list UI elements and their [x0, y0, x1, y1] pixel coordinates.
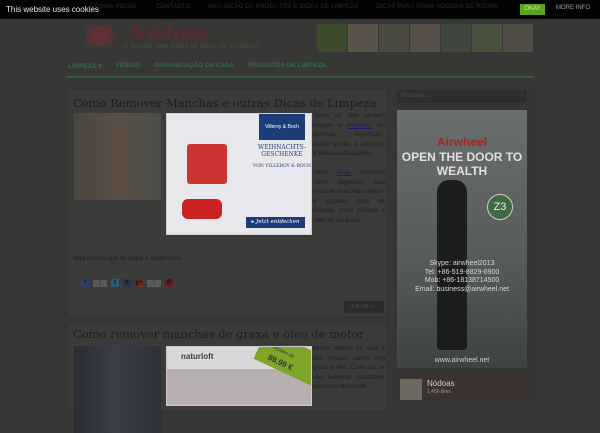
post-title[interactable]: Como Remover Manchas e outras Dicas de L… — [73, 96, 376, 110]
excerpt-text: deixamos vários sugestões para remover m… — [313, 170, 385, 224]
googleplus-icon[interactable]: g+ — [135, 279, 143, 287]
read-more-button[interactable]: LER MAIS... — [344, 301, 384, 313]
search-input[interactable]: Procurar... ⌕ — [397, 90, 527, 103]
main-nav: LIMPEZA ▾ VÍDEOS ORGANIZAÇÃO DA CASA PRO… — [68, 62, 326, 70]
search-placeholder: Procurar... — [401, 93, 429, 99]
ad-model-badge: Z3 — [487, 194, 513, 220]
top-nav-item[interactable]: DICAS PARA TIRAR NÓDOAS DE ROUPA — [376, 4, 498, 10]
logo-flower-icon — [85, 26, 121, 46]
ad-skype: Skype: airwheel2013 — [429, 260, 495, 267]
top-nav-item[interactable]: CONTACTO — [156, 4, 191, 10]
cookie-bar: This website uses cookies PÁGINA INICIAL… — [0, 0, 600, 19]
facebook-count: 3 — [93, 279, 107, 287]
excerpt-text: Neste — [313, 170, 337, 176]
nav-item-videos[interactable]: VÍDEOS — [115, 62, 140, 70]
ad-headline: WEIHNACHTS-GESCHENKE — [258, 144, 306, 158]
gift-icon — [187, 144, 227, 184]
cookie-more-info-link[interactable]: MORE INFO — [556, 5, 590, 11]
post-card: Como Remover Manchas e outras Dicas de L… — [67, 89, 388, 318]
facebook-icon[interactable]: f — [81, 279, 89, 287]
ad-mob: Mob: +86-18138714500 — [424, 277, 500, 284]
nav-divider — [66, 76, 534, 78]
top-nav-item[interactable]: PÁGINA INICIAL — [90, 4, 138, 10]
ad-contact: Skype: airwheel2013 Tel: +86-519-8829-69… — [397, 260, 527, 294]
sidebar-advertisement[interactable]: Airwheel OPEN THE DOOR TO WEALTH Z3 Skyp… — [397, 110, 527, 368]
site-header: Nódoas O blogue com todas as dicas de Li… — [85, 22, 535, 54]
site-title[interactable]: Nódoas — [130, 22, 209, 44]
post-thumbnail[interactable] — [74, 346, 161, 433]
googleplus-count: 1 — [147, 279, 161, 287]
ad-url: www.airwheel.net — [434, 357, 490, 364]
ad-cta-button[interactable]: ▸ Jetzt entdecken — [246, 217, 305, 228]
tumblr-icon[interactable]: t — [123, 279, 131, 287]
post-title[interactable]: Como remover manchas de graxa e oleo de … — [73, 327, 364, 341]
facebook-likes: 1.456 likes — [427, 389, 451, 395]
ad-sub: VON VILLEROY & BOCH — [253, 164, 311, 169]
ad-brand: Villeroy & Boch — [259, 114, 305, 140]
cookie-okay-button[interactable]: OKAY — [520, 4, 545, 15]
search-icon[interactable]: ⌕ — [520, 92, 524, 100]
page-avatar — [400, 379, 422, 400]
facebook-page-name[interactable]: Nódoas — [427, 379, 455, 388]
ad-headline: OPEN THE DOOR TO WEALTH — [401, 150, 523, 178]
link-artigo[interactable]: artigo — [336, 170, 351, 176]
nav-item-produtos[interactable]: PRODUTOS DE LIMPEZA — [248, 62, 326, 70]
top-nav: PÁGINA INICIAL CONTACTO AVALIAÇÃO DE PRO… — [90, 4, 498, 10]
ad-brand: naturloft — [181, 352, 214, 361]
car-icon — [182, 199, 222, 219]
nav-item-organizacao[interactable]: ORGANIZAÇÃO DA CASA — [154, 62, 234, 70]
header-banner — [317, 24, 533, 52]
nav-item-limpeza[interactable]: LIMPEZA ▾ — [68, 62, 101, 70]
advertisement[interactable]: naturloft Vitrinen ab 89,99 € — [166, 346, 312, 406]
ad-tel: Tel: +86-519-8829-6900 — [424, 268, 500, 276]
top-nav-item[interactable]: AVALIAÇÃO DE PRODUTOS E DICAS DE LIMPEZA — [209, 4, 359, 10]
share-bar: f 3 t t g+ 1 P — [81, 279, 173, 287]
sidebar: Procurar... ⌕ Airwheel OPEN THE DOOR TO W… — [393, 86, 535, 400]
site-subtitle: O blogue com todas as dicas de Limpeza! — [123, 42, 260, 50]
twitter-icon[interactable]: t — [111, 279, 119, 287]
post-card: Como remover manchas de graxa e oleo de … — [67, 322, 388, 433]
video-intro: Veja o vídeo que se segue e saiba como: — [73, 256, 183, 262]
ad-brand: Airwheel — [436, 135, 487, 149]
facebook-widget[interactable]: Nódoas 1.456 likes — [397, 376, 527, 400]
advertisement[interactable]: Villeroy & Boch WEIHNACHTS-GESCHENKE VON… — [166, 113, 312, 235]
pinterest-icon[interactable]: P — [165, 279, 173, 287]
post-thumbnail[interactable] — [74, 113, 161, 200]
cookie-message: This website uses cookies — [6, 5, 99, 14]
post-excerpt: Todos os dias surgem nódoas e manchas em… — [313, 112, 385, 226]
post-excerpt: Muitos objetos da casa e dos nossos carr… — [313, 346, 385, 390]
link-manchas[interactable]: manchas — [347, 123, 371, 129]
ad-email: Email: business@airwheel.net — [415, 285, 509, 293]
